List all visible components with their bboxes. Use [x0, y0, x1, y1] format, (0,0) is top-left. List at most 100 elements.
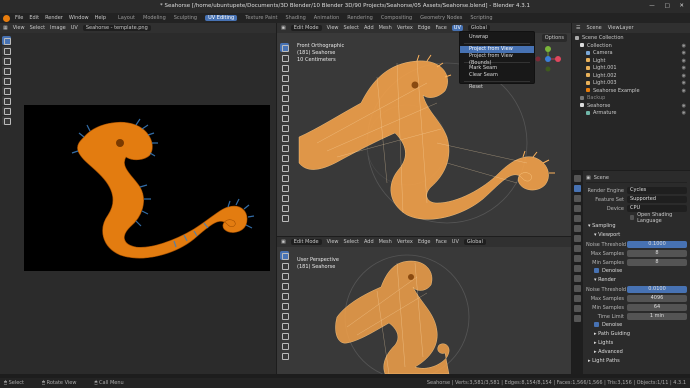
transform-tool-icon[interactable] [2, 86, 11, 95]
uv-menu-uv[interactable]: UV [71, 25, 78, 31]
uv-menu-image[interactable]: Image [50, 25, 66, 31]
osl-checkbox[interactable] [630, 215, 635, 220]
tab-texture-paint[interactable]: Texture Paint [245, 15, 277, 21]
tab-animation[interactable]: Animation [314, 15, 340, 21]
menu-item-mark-seam[interactable]: Mark Seam [460, 65, 534, 72]
render-noise-threshold-field[interactable]: 0.0100 [627, 286, 687, 293]
denoise-render-checkbox[interactable] [594, 322, 599, 327]
modifier-tab-icon[interactable] [574, 255, 581, 262]
feature-set-dropdown[interactable]: Supported [627, 196, 687, 203]
render-tab-icon[interactable] [574, 185, 581, 192]
vp-max-samples-field[interactable]: 8 [627, 250, 687, 257]
tab-layout[interactable]: Layout [118, 15, 135, 21]
outliner-item-light-002[interactable]: Light.002 ◉ [572, 73, 690, 81]
menu-help[interactable]: Help [95, 15, 106, 21]
tab-rendering[interactable]: Rendering [347, 15, 373, 21]
vp-polybuild-tool-icon[interactable] [280, 183, 289, 192]
vpb-menu-view[interactable]: View [327, 239, 339, 245]
visibility-eye-icon[interactable]: ◉ [682, 58, 686, 66]
vpb-move-tool-icon[interactable] [280, 271, 289, 280]
annotate-tool-icon[interactable] [2, 96, 11, 105]
blender-logo-icon[interactable] [3, 14, 10, 22]
vpb-menu-add[interactable]: Add [364, 239, 374, 245]
render-time-limit-field[interactable]: 1 min [627, 313, 687, 320]
outliner-item-seahorse-example[interactable]: Seahorse Example ◉ [572, 88, 690, 96]
tab-sculpting[interactable]: Sculpting [174, 15, 197, 21]
texture-tab-icon[interactable] [574, 315, 581, 322]
move-tool-icon[interactable] [2, 56, 11, 65]
menu-item-clear-seam[interactable]: Clear Seam [460, 72, 534, 79]
outliner-item-camera[interactable]: Camera ◉ [572, 50, 690, 58]
vp-measure-tool-icon[interactable] [280, 113, 289, 122]
menu-file[interactable]: File [15, 15, 23, 21]
outliner-item-armature[interactable]: Armature ◉ [572, 110, 690, 118]
visibility-eye-icon[interactable]: ◉ [682, 65, 686, 73]
view-layer-tab-icon[interactable] [574, 205, 581, 212]
tool-tab-icon[interactable] [574, 175, 581, 182]
vpb-menu-uv[interactable]: UV [452, 239, 459, 245]
vp-knife-tool-icon[interactable] [280, 173, 289, 182]
viewport-bottom[interactable]: User Perspective (181) Seahorse [277, 247, 571, 374]
visibility-eye-icon[interactable]: ◉ [682, 73, 686, 81]
outliner-item-collection[interactable]: Collection ◉ [572, 43, 690, 51]
close-icon[interactable]: ✕ [679, 3, 684, 9]
maximize-icon[interactable]: □ [664, 3, 669, 9]
collection-tab-icon[interactable] [574, 235, 581, 242]
tab-scripting[interactable]: Scripting [470, 15, 492, 21]
viewport-bottom-editor-type-icon[interactable]: ▣ [281, 239, 286, 245]
vpb-measure-tool-icon[interactable] [280, 321, 289, 330]
vpb-menu-edge[interactable]: Edge [418, 239, 431, 245]
vp-annotate-tool-icon[interactable] [280, 103, 289, 112]
vp-select-tool-icon[interactable] [280, 43, 289, 52]
material-tab-icon[interactable] [574, 305, 581, 312]
vp-loopcut-tool-icon[interactable] [280, 163, 289, 172]
vp-shrink-tool-icon[interactable] [280, 213, 289, 222]
relax-tool-icon[interactable] [2, 116, 11, 125]
menu-item-project-from-view-bounds[interactable]: Project from View (Bounds) [460, 53, 534, 66]
render-subpanel-header[interactable]: ▾ Render [586, 276, 687, 285]
constraints-tab-icon[interactable] [574, 285, 581, 292]
outliner-item-scene-collection[interactable]: Scene Collection [572, 35, 690, 43]
physics-tab-icon[interactable] [574, 275, 581, 282]
path-guiding-subpanel[interactable]: ▸ Path Guiding [586, 330, 687, 339]
vpb-scale-tool-icon[interactable] [280, 291, 289, 300]
vpb-menu-mesh[interactable]: Mesh [379, 239, 392, 245]
vp-inset-tool-icon[interactable] [280, 143, 289, 152]
vp-menu-vertex[interactable]: Vertex [397, 25, 413, 31]
vp-bevel-tool-icon[interactable] [280, 153, 289, 162]
outliner-editor-icon[interactable]: ☰ [576, 25, 580, 31]
vp-min-samples-field[interactable]: 8 [627, 259, 687, 266]
image-selector[interactable]: Seahorse - template.png [82, 25, 151, 31]
menu-item-reset[interactable]: Reset [460, 84, 534, 91]
transform-orientation-bottom[interactable]: Global [463, 239, 486, 245]
vpb-menu-vertex[interactable]: Vertex [397, 239, 413, 245]
scene-selector[interactable]: Scene [586, 25, 601, 31]
tab-shading[interactable]: Shading [285, 15, 305, 21]
vpb-extrude-tool-icon[interactable] [280, 341, 289, 350]
menu-item-project-from-view[interactable]: Project from View [460, 46, 534, 53]
vpb-inset-tool-icon[interactable] [280, 351, 289, 360]
options-button[interactable]: Options [541, 34, 567, 42]
mode-selector[interactable]: Edit Mode [290, 25, 322, 31]
grab-tool-icon[interactable] [2, 106, 11, 115]
editor-type-icon[interactable]: ▦ [3, 25, 8, 31]
light-paths-panel-header[interactable]: ▸ Light Paths [586, 357, 687, 366]
outliner-item-light-001[interactable]: Light.001 ◉ [572, 65, 690, 73]
select-tool-icon[interactable] [2, 36, 11, 45]
vp-menu-add[interactable]: Add [364, 25, 374, 31]
tab-compositing[interactable]: Compositing [381, 15, 412, 21]
advanced-subpanel[interactable]: ▸ Advanced [586, 348, 687, 357]
vp-scale-tool-icon[interactable] [280, 83, 289, 92]
vpb-annotate-tool-icon[interactable] [280, 311, 289, 320]
navigation-gizmo[interactable] [535, 46, 561, 72]
vp-menu-view[interactable]: View [327, 25, 339, 31]
uv-image-canvas[interactable] [24, 105, 270, 271]
menu-window[interactable]: Window [69, 15, 89, 21]
scene-tab-icon[interactable] [574, 215, 581, 222]
visibility-eye-icon[interactable]: ◉ [682, 80, 686, 88]
vpb-menu-select[interactable]: Select [344, 239, 359, 245]
menu-item-unwrap[interactable]: Unwrap [460, 34, 534, 41]
viewport-editor-type-icon[interactable]: ▣ [281, 25, 286, 31]
vp-move-tool-icon[interactable] [280, 63, 289, 72]
vp-noise-threshold-field[interactable]: 0.1000 [627, 241, 687, 248]
